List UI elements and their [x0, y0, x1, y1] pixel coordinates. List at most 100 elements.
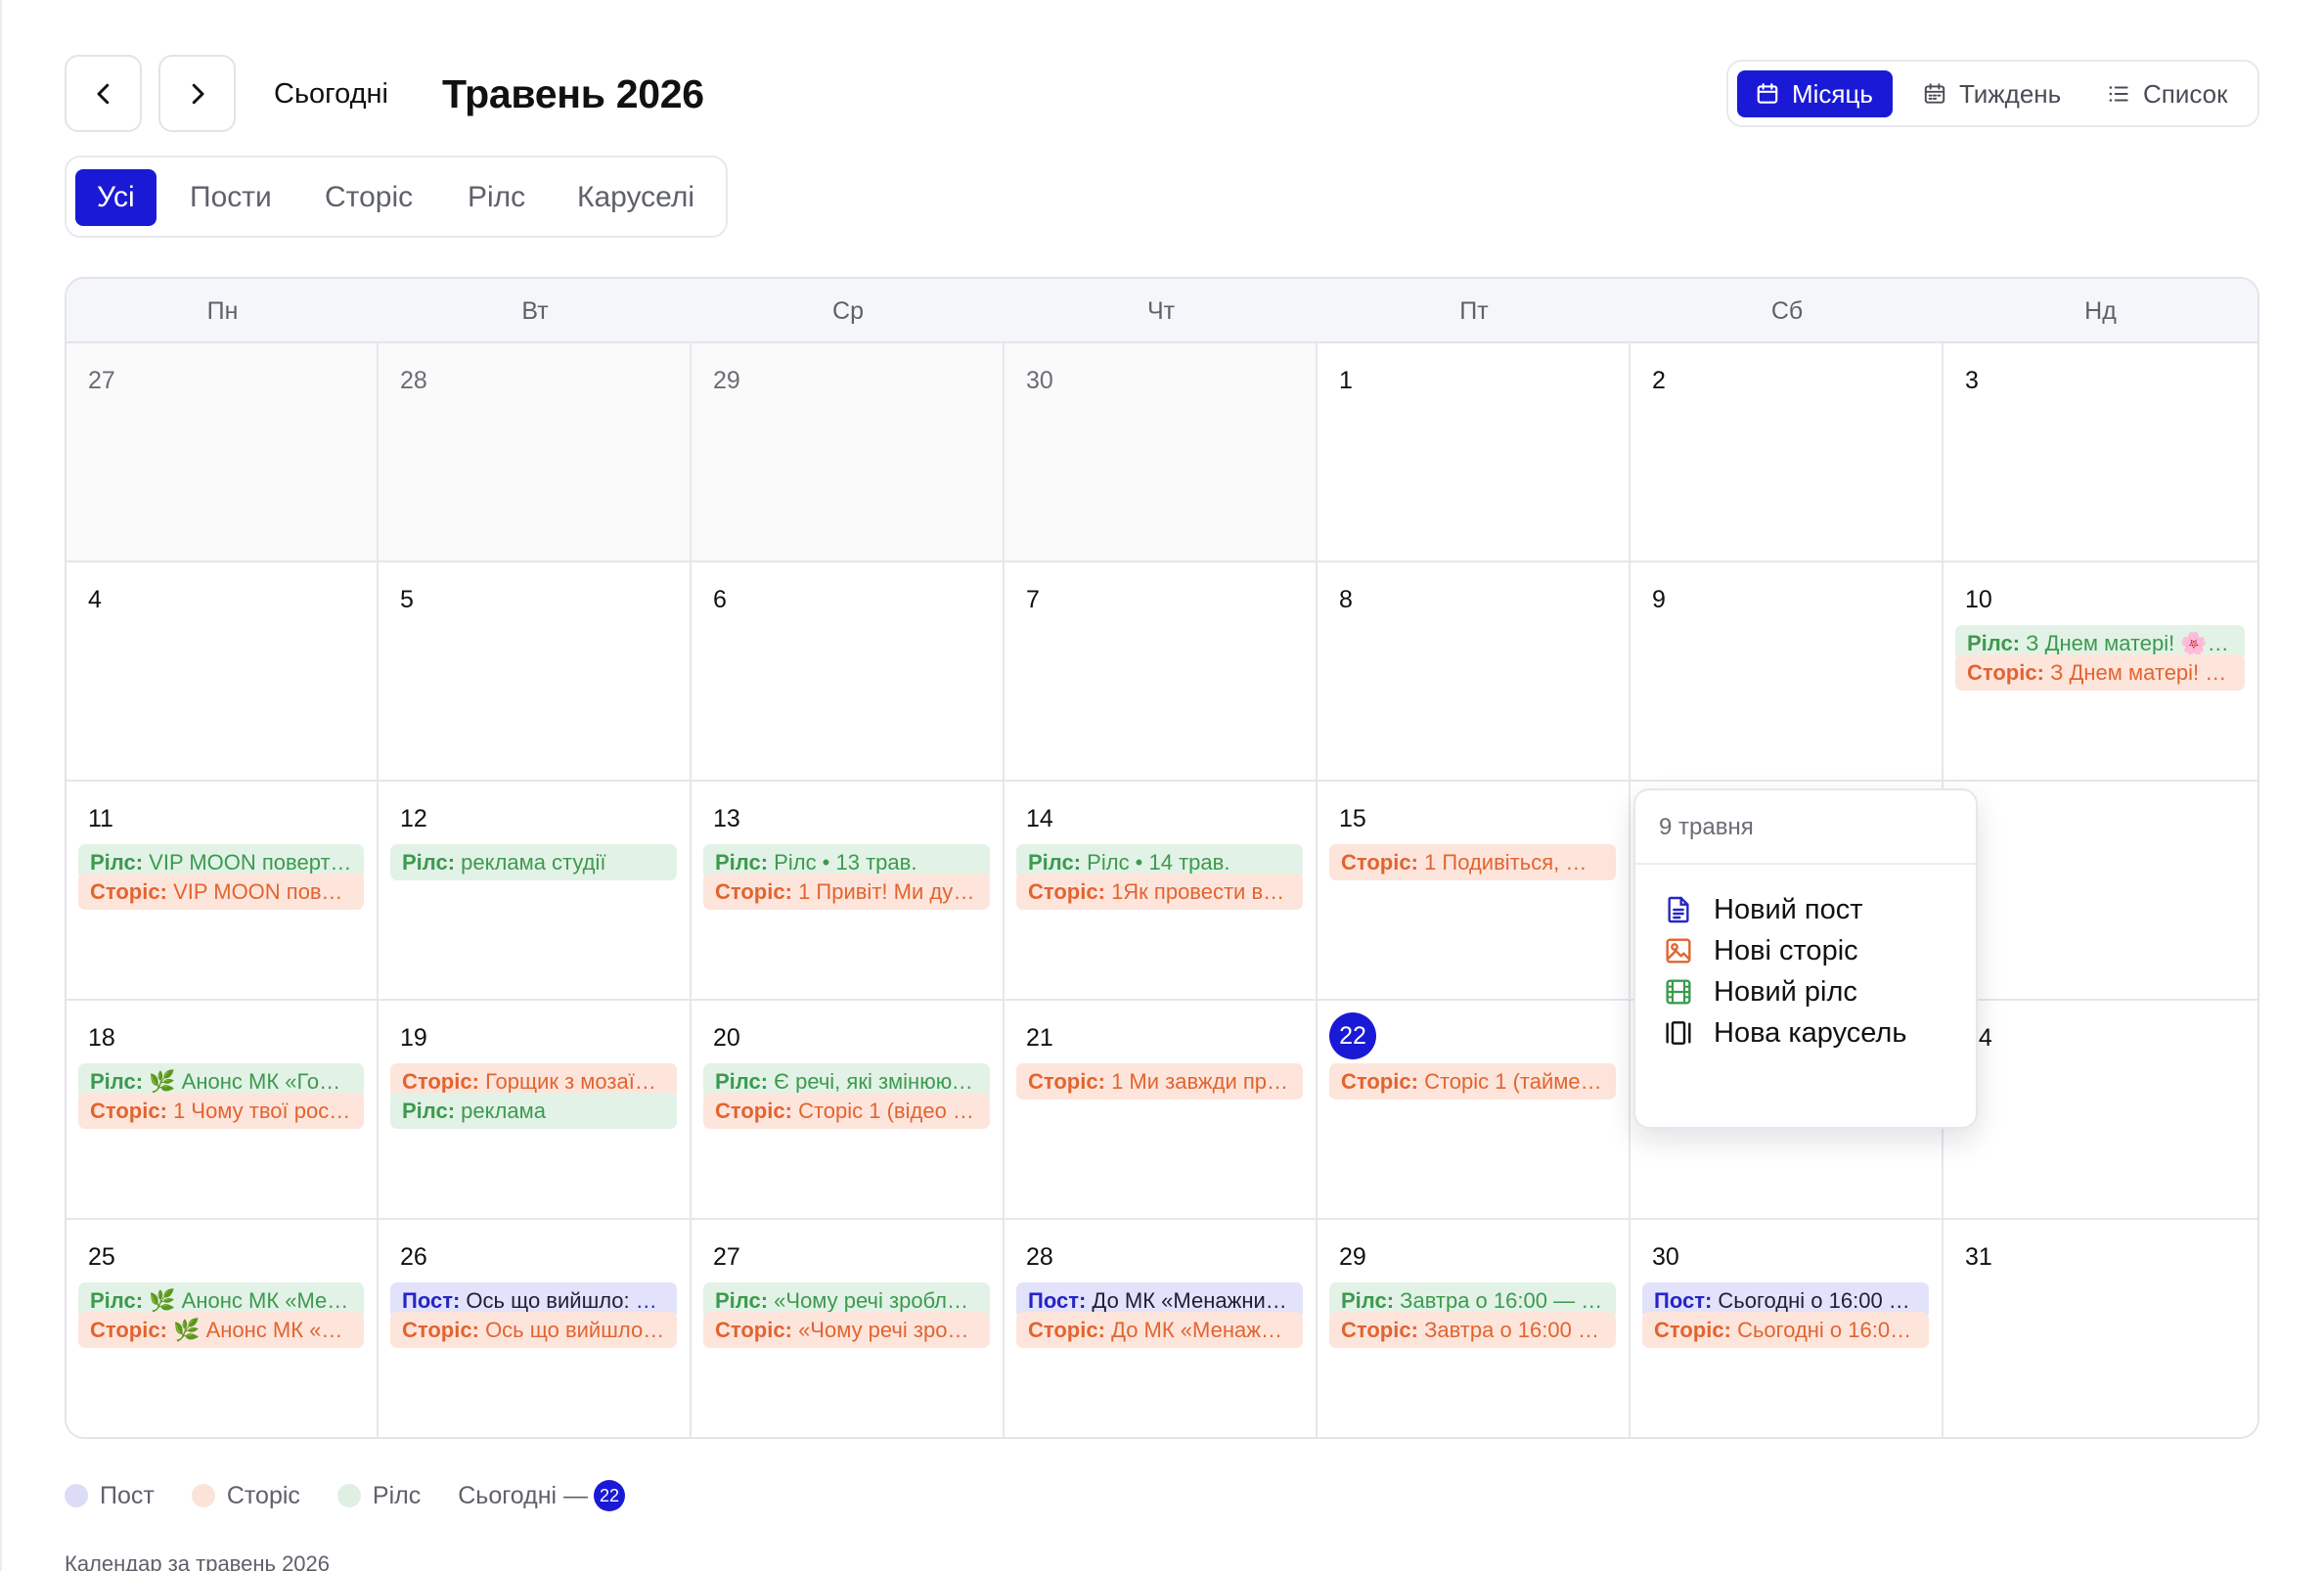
day-cell[interactable]: 28 Пост: До МК «Менажни… Сторіс: До МК «Ме…	[1005, 1220, 1318, 1437]
day-cell[interactable]: 4	[67, 562, 379, 782]
story-event[interactable]: Сторіс: VIP MOON повер…	[78, 874, 364, 910]
day-cell[interactable]: 13 Рілс: Рілс • 13 трав. Сторіс: 1 Привіт!…	[692, 782, 1005, 1001]
day-cell[interactable]: 26 Пост: Ось що вийшло: р… Сторіс: Ось що …	[379, 1220, 692, 1437]
day-number: 27	[713, 1243, 740, 1271]
event-type-label: Сторіс:	[402, 1069, 479, 1094]
day-cell[interactable]: 7	[1005, 562, 1318, 782]
new-carousel-option[interactable]: Нова карусель	[1663, 1011, 1906, 1055]
new-stories-option[interactable]: Нові сторіс	[1663, 929, 1858, 972]
event-title: Завтра о 16:00 — М…	[1400, 1288, 1616, 1313]
story-event[interactable]: Сторіс: 🌿 Анонс МК «М…	[78, 1312, 364, 1348]
day-number: 8	[1339, 586, 1353, 613]
filter-tab-posts[interactable]: Пости	[170, 169, 291, 226]
story-event[interactable]: Сторіс: До МК «Менажн…	[1016, 1312, 1303, 1348]
prev-month-button[interactable]	[65, 55, 142, 132]
day-cell[interactable]: 30	[1005, 343, 1318, 562]
day-cell[interactable]: 29 Рілс: Завтра о 16:00 — М… Сторіс: Завтр…	[1318, 1220, 1631, 1437]
event-title: реклама студії	[461, 850, 606, 875]
weekday-label: Сб	[1770, 297, 1804, 325]
reels-event[interactable]: Рілс: реклама студії	[390, 844, 677, 880]
day-cell[interactable]: 12 Рілс: реклама студії	[379, 782, 692, 1001]
weekday-label: Пт	[1459, 297, 1489, 325]
story-event[interactable]: Сторіс: 1 Привіт! Ми дуж…	[703, 874, 990, 910]
weekday-header: Пн Вт Ср Чт Пт Сб Нд	[67, 279, 2257, 343]
filter-tab-all[interactable]: Усі	[75, 169, 156, 226]
view-month-button[interactable]: Місяць	[1737, 70, 1893, 117]
page-edge	[0, 0, 2, 1571]
day-cell[interactable]: 18 Рілс: 🌿 Анонс МК «Горщ… Сторіс: 1 Чому …	[67, 1001, 379, 1220]
day-cell[interactable]: 10 Рілс: З Днем матері! 🌸 … Сторіс: З Днем…	[1944, 562, 2257, 782]
day-cell[interactable]: 2	[1631, 343, 1944, 562]
weekday-label: Пн	[206, 297, 239, 325]
event-type-label: Сторіс:	[715, 1099, 792, 1123]
month-title: Травень 2026	[442, 71, 704, 116]
event-title: реклама	[461, 1099, 546, 1123]
day-cell[interactable]: 29	[692, 343, 1005, 562]
event-title: Рілс • 13 трав.	[774, 850, 917, 875]
event-title: «Чому речі зробле…	[774, 1288, 981, 1313]
day-number: 7	[1026, 586, 1040, 613]
legend-item-story: Сторіс	[191, 1482, 300, 1510]
filter-tab-reels[interactable]: Рілс	[448, 169, 545, 226]
story-event[interactable]: Сторіс: Сторіс 1 (відео р…	[703, 1093, 990, 1129]
event-type-label: Сторіс:	[1341, 1069, 1418, 1094]
day-cell[interactable]: 25 Рілс: 🌿 Анонс МК «Мен… Сторіс: 🌿 Анонс …	[67, 1220, 379, 1437]
story-event[interactable]: Сторіс: 1 Подивіться, що…	[1329, 844, 1616, 880]
story-event[interactable]: Сторіс: 1 Ми завжди пра…	[1016, 1063, 1303, 1100]
story-event[interactable]: Сторіс: З Днем матері! …	[1955, 654, 2245, 691]
story-event[interactable]: Сторіс: Сторіс 1 (тайме…	[1329, 1063, 1616, 1100]
day-cell[interactable]: 1	[1318, 343, 1631, 562]
day-cell[interactable]: 28	[379, 343, 692, 562]
story-event[interactable]: Сторіс: Сьогодні о 16:0…	[1642, 1312, 1929, 1348]
legend-today-label: Сьогодні —	[458, 1481, 589, 1509]
event-type-label: Рілс:	[715, 1288, 769, 1313]
calendar-week-icon	[1924, 83, 1945, 104]
new-reels-option[interactable]: Новий рілс	[1663, 970, 1857, 1013]
day-cell[interactable]: 14 Рілс: Рілс • 14 трав. Сторіс: 1Як прове…	[1005, 782, 1318, 1001]
day-cell[interactable]: 21 Сторіс: 1 Ми завжди пра…	[1005, 1001, 1318, 1220]
today-button[interactable]: Сьогодні	[274, 68, 388, 119]
day-number: 6	[713, 586, 727, 613]
reels-event[interactable]: Рілс: реклама	[390, 1093, 677, 1129]
event-type-label: Рілс:	[90, 850, 144, 875]
legend-item-reels: Рілс	[336, 1482, 421, 1510]
day-cell[interactable]: 15 Сторіс: 1 Подивіться, що…	[1318, 782, 1631, 1001]
legend-item-post: Пост	[65, 1482, 155, 1510]
day-cell[interactable]: 27	[67, 343, 379, 562]
day-cell[interactable]: 19 Сторіс: Горщик з мозаїк… Рілс: реклама	[379, 1001, 692, 1220]
view-month-label: Місяць	[1792, 78, 1873, 109]
legend-dot-story	[191, 1484, 215, 1507]
day-cell[interactable]: 20 Рілс: Є речі, які змінюют… Сторіс: Стор…	[692, 1001, 1005, 1220]
event-title: З Днем матері! 🌸 …	[2026, 631, 2235, 655]
day-cell[interactable]: 30 Пост: Сьогодні о 16:00 … Сторіс: Сьогод…	[1631, 1220, 1944, 1437]
day-number: 10	[1965, 586, 1992, 613]
story-event[interactable]: Сторіс: 1Як провести ви…	[1016, 874, 1303, 910]
new-carousel-label: Нова карусель	[1714, 1016, 1907, 1049]
view-list-button[interactable]: Список	[2088, 70, 2248, 117]
story-event[interactable]: Сторіс: 1 Чому твої росл…	[78, 1093, 364, 1129]
story-event[interactable]: Сторіс: Ось що вийшло: …	[390, 1312, 677, 1348]
day-cell[interactable]: 6	[692, 562, 1005, 782]
day-cell[interactable]: 11 Рілс: VIP MOON поверта… Сторіс: VIP MOO…	[67, 782, 379, 1001]
filter-tab-stories[interactable]: Сторіс	[305, 169, 432, 226]
day-cell[interactable]: 3	[1944, 343, 2257, 562]
day-cell[interactable]: 7	[1944, 782, 2257, 1001]
story-event[interactable]: Сторіс: Завтра о 16:00 …	[1329, 1312, 1616, 1348]
day-cell[interactable]: 24	[1944, 1001, 2257, 1220]
day-cell[interactable]: 31	[1944, 1220, 2257, 1437]
day-cell[interactable]: 5	[379, 562, 692, 782]
filter-tab-carousels[interactable]: Каруселі	[558, 169, 714, 226]
story-event[interactable]: Сторіс: «Чому речі зроб…	[703, 1312, 990, 1348]
event-type-label: Сторіс:	[90, 879, 167, 904]
day-cell[interactable]: 8	[1318, 562, 1631, 782]
day-cell[interactable]: 9	[1631, 562, 1944, 782]
day-number: 26	[400, 1243, 427, 1271]
new-post-option[interactable]: Новий пост	[1663, 888, 1863, 931]
day-cell[interactable]: 22 Сторіс: Сторіс 1 (тайме…	[1318, 1001, 1631, 1220]
next-month-button[interactable]	[158, 55, 236, 132]
event-type-label: Рілс:	[402, 1099, 456, 1123]
event-title: До МК «Менажн…	[1111, 1318, 1295, 1342]
day-cell[interactable]: 27 Рілс: «Чому речі зробле… Сторіс: «Чому …	[692, 1220, 1005, 1437]
view-week-button[interactable]: Тиждень	[1904, 70, 2080, 117]
event-type-label: Пост:	[1028, 1288, 1087, 1313]
